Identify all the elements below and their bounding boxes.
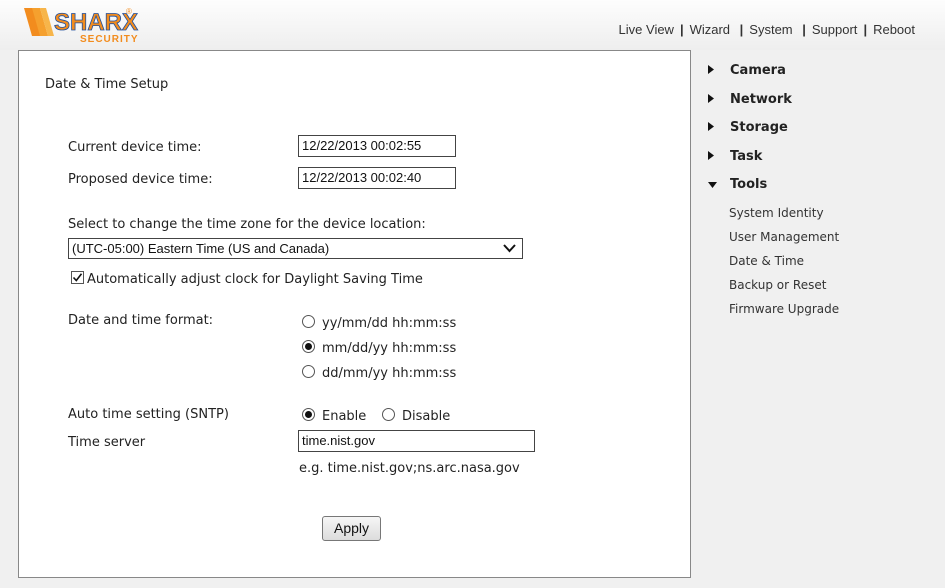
header-bar: SHARX SECURITY ® Live View | Wizard | Syste… [0, 0, 945, 50]
timezone-label: Select to change the time zone for the d… [68, 217, 426, 232]
format-option-1-label: yy/mm/dd hh:mm:ss [322, 316, 457, 331]
sidebar-subitem-system-identity[interactable]: System Identity [729, 206, 824, 220]
format-option-1[interactable]: yy/mm/dd hh:mm:ss [302, 315, 456, 331]
sidebar-subitem-user-management[interactable]: User Management [729, 230, 839, 244]
date-time-panel: Date & Time Setup Current device time: 1… [18, 50, 691, 578]
timezone-select[interactable]: (UTC-05:00) Eastern Time (US and Canada) [68, 238, 523, 259]
nav-reboot[interactable]: Reboot [873, 22, 915, 37]
caret-right-icon [708, 149, 730, 164]
sidebar-item-network[interactable]: Network [708, 92, 792, 107]
format-radio-1[interactable] [302, 315, 315, 328]
nav-live-view[interactable]: Live View [619, 22, 674, 37]
timezone-selected-value: (UTC-05:00) Eastern Time (US and Canada) [72, 241, 330, 256]
sidebar-item-label: Camera [730, 63, 786, 78]
nav-support[interactable]: Support [812, 22, 858, 37]
time-server-hint: e.g. time.nist.gov;ns.arc.nasa.gov [299, 461, 520, 476]
sidebar-item-label: Network [730, 92, 792, 107]
caret-right-icon [708, 92, 730, 107]
current-time-label: Current device time: [68, 140, 202, 155]
caret-right-icon [708, 120, 730, 135]
registered-mark: ® [126, 7, 132, 16]
format-radio-3[interactable] [302, 365, 315, 378]
sharx-logo[interactable]: SHARX SECURITY ® [18, 4, 178, 46]
sntp-enable-radio[interactable] [302, 408, 315, 421]
dst-row[interactable]: Automatically adjust clock for Daylight … [71, 271, 423, 287]
format-option-3-label: dd/mm/yy hh:mm:ss [322, 366, 457, 381]
time-server-field[interactable]: time.nist.gov [298, 430, 535, 452]
sidebar-item-task[interactable]: Task [708, 149, 762, 164]
sntp-disable-label: Disable [402, 409, 451, 424]
sidebar-item-storage[interactable]: Storage [708, 120, 788, 135]
chevron-down-icon [503, 244, 516, 253]
logo-subtext: SECURITY [80, 34, 139, 45]
sntp-enable-label: Enable [322, 409, 367, 424]
sidebar-item-camera[interactable]: Camera [708, 63, 786, 78]
proposed-time-label: Proposed device time: [68, 172, 213, 187]
nav-wizard[interactable]: Wizard [690, 22, 730, 37]
caret-down-icon [708, 177, 730, 192]
format-label: Date and time format: [68, 313, 214, 328]
dst-checkbox[interactable] [71, 271, 84, 284]
nav-system[interactable]: System [749, 22, 792, 37]
format-radio-2[interactable] [302, 340, 315, 353]
time-server-label: Time server [68, 435, 146, 450]
sntp-enable-option[interactable]: Enable [302, 408, 366, 424]
sidebar-subitem-firmware-upgrade[interactable]: Firmware Upgrade [729, 302, 839, 316]
dst-label: Automatically adjust clock for Daylight … [87, 272, 423, 287]
sntp-disable-option[interactable]: Disable [382, 408, 450, 424]
sidebar-item-label: Storage [730, 120, 788, 135]
sidebar-item-tools[interactable]: Tools [708, 177, 767, 192]
proposed-time-field[interactable]: 12/22/2013 00:02:40 [298, 167, 456, 189]
checkmark-icon [72, 273, 83, 282]
sntp-disable-radio[interactable] [382, 408, 395, 421]
format-option-2[interactable]: mm/dd/yy hh:mm:ss [302, 340, 456, 356]
sidebar-item-label: Tools [730, 177, 768, 192]
apply-button[interactable]: Apply [322, 516, 381, 541]
page-title: Date & Time Setup [45, 77, 169, 92]
sidebar-subitem-backup-reset[interactable]: Backup or Reset [729, 278, 826, 292]
sidebar-item-label: Task [730, 149, 763, 164]
logo-swoosh-icon: SHARX SECURITY ® [24, 7, 139, 45]
top-navigation: Live View | Wizard | System | Support | Reboot [618, 22, 915, 37]
format-option-3[interactable]: dd/mm/yy hh:mm:ss [302, 365, 456, 381]
sntp-label: Auto time setting (SNTP) [68, 407, 229, 422]
current-time-field[interactable]: 12/22/2013 00:02:55 [298, 135, 456, 157]
format-option-2-label: mm/dd/yy hh:mm:ss [322, 341, 457, 356]
sidebar-subitem-date-time[interactable]: Date & Time [729, 254, 804, 268]
sidebar: Camera Network Storage Task Tools System… [700, 50, 945, 588]
caret-right-icon [708, 63, 730, 78]
